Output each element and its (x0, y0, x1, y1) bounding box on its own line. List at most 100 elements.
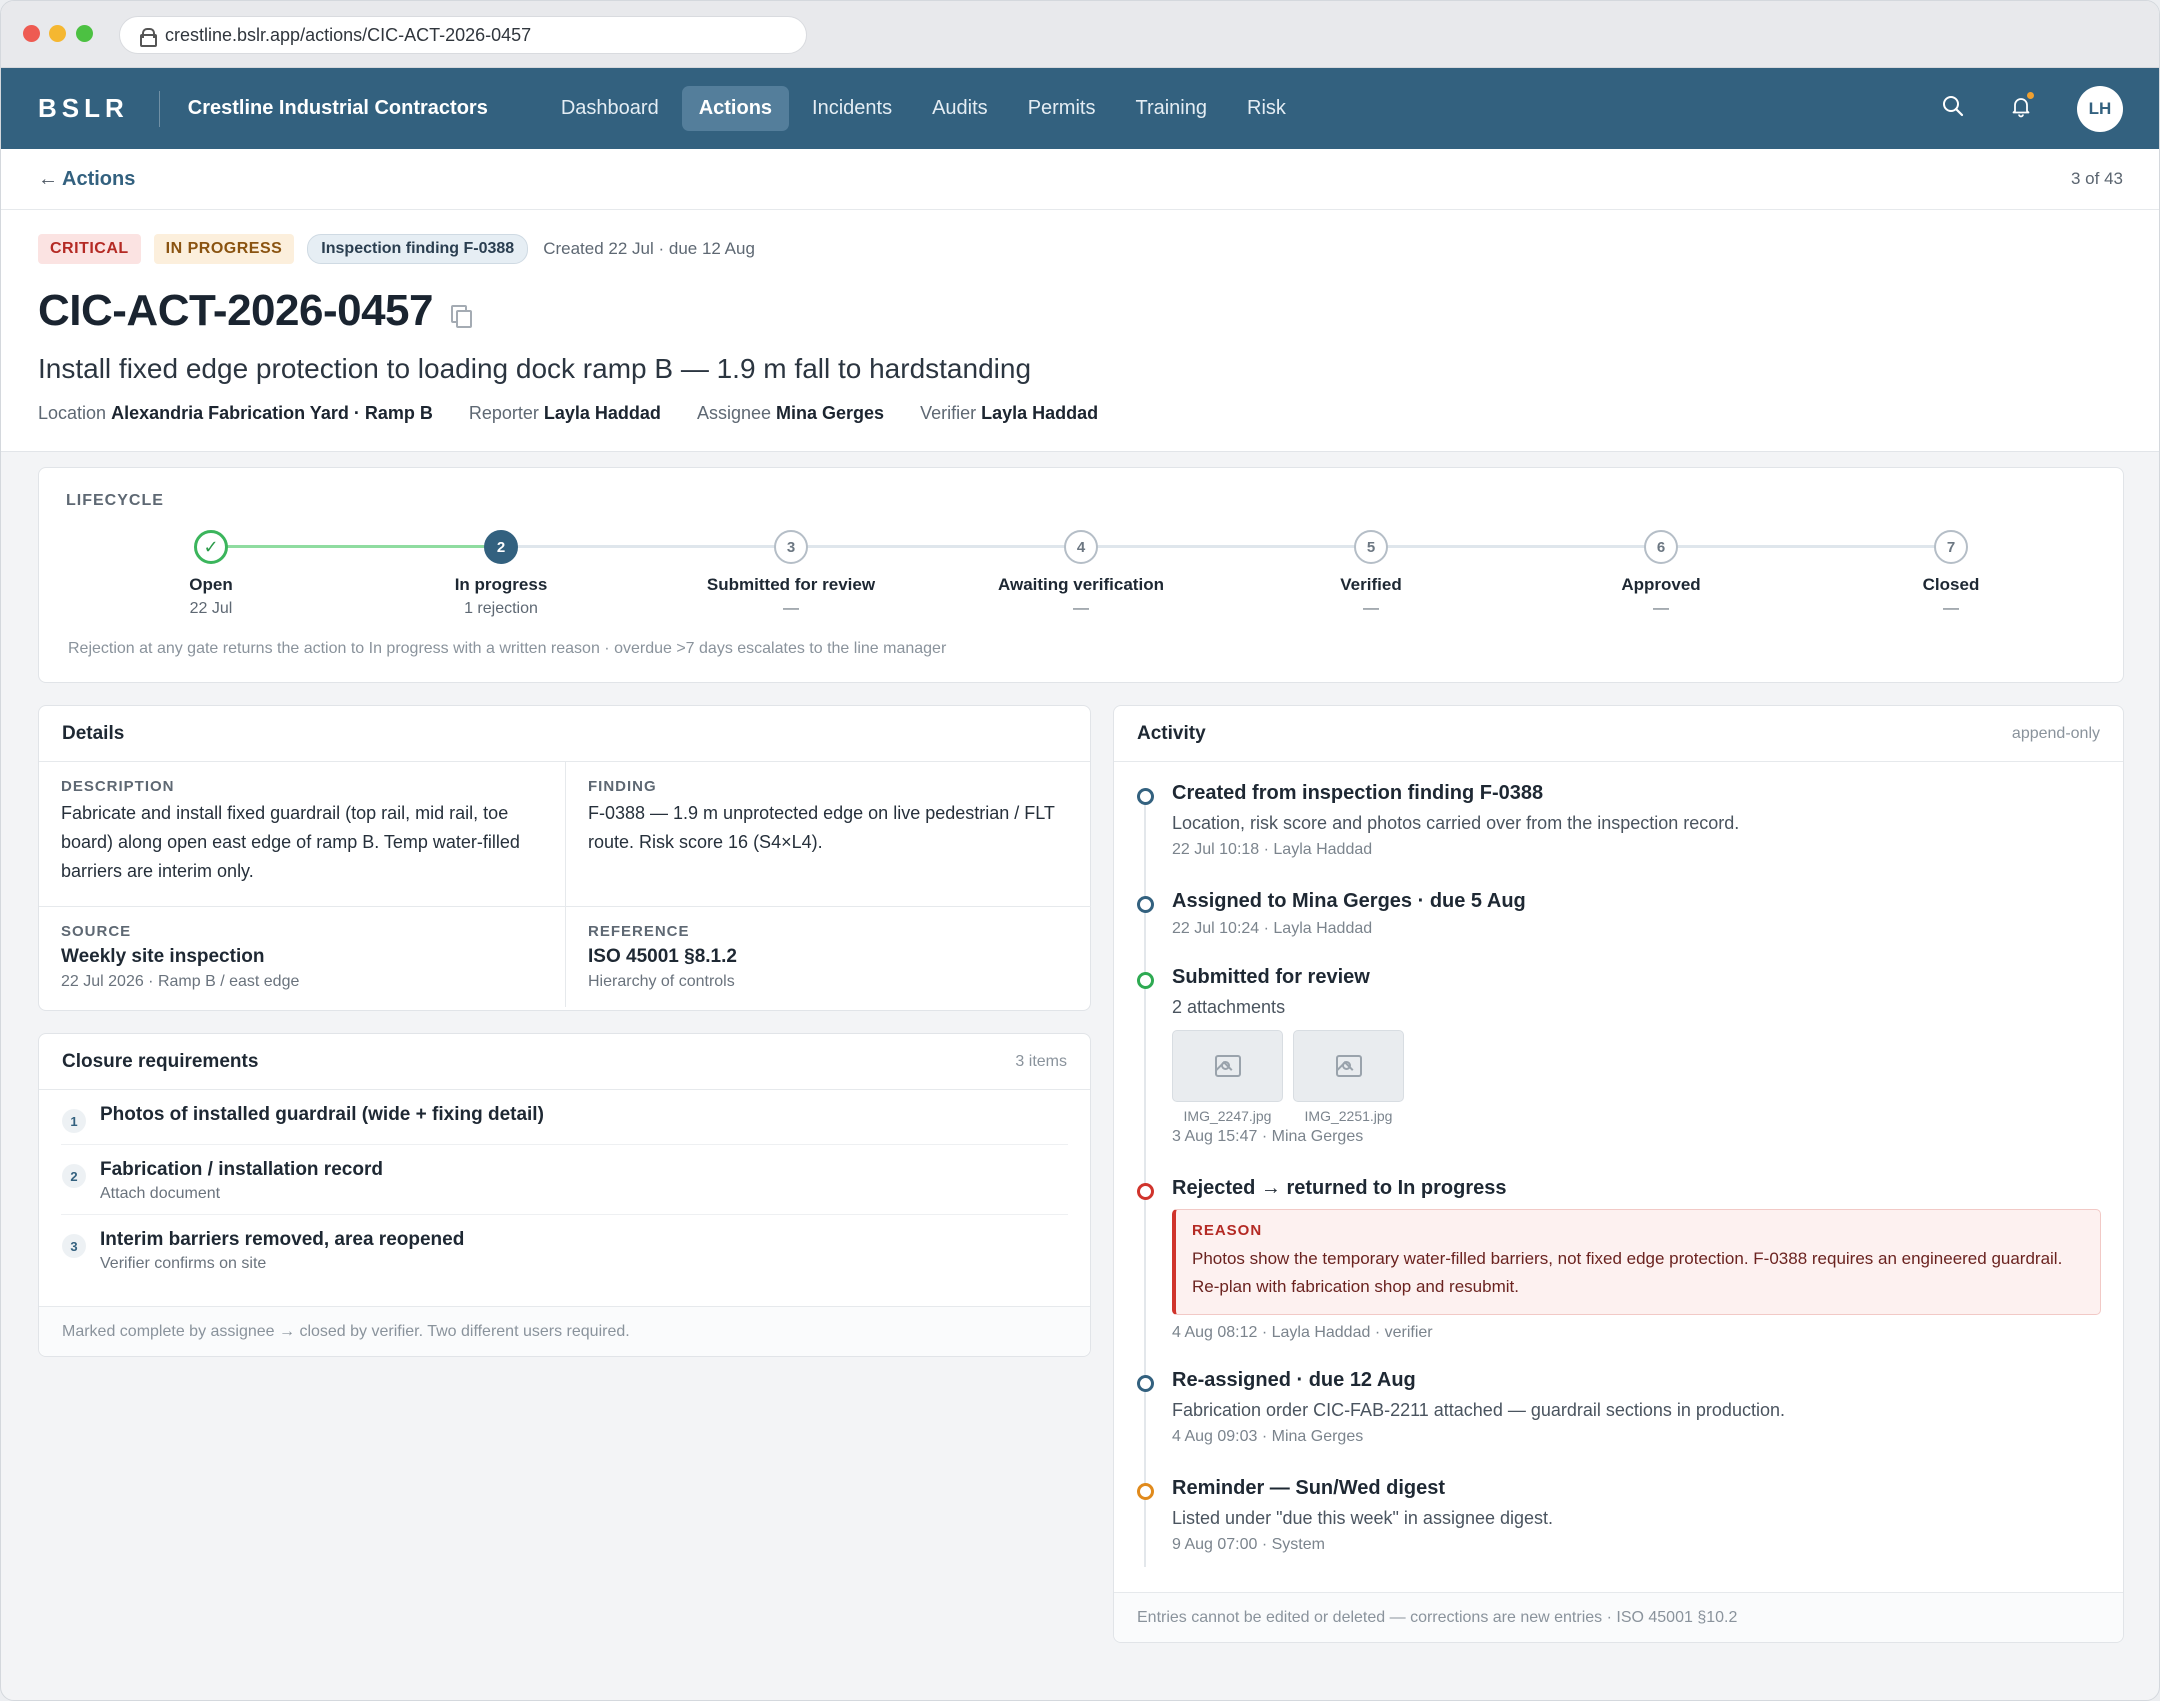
created-due-text: Created 22 Jul · due 12 Aug (543, 239, 755, 258)
status-badge: IN PROGRESS (153, 234, 295, 264)
step-awaiting-verification: 4 Awaiting verification — (961, 530, 1201, 618)
step-in-progress: 2 In progress 1 rejection (381, 530, 621, 618)
image-icon (1335, 1055, 1362, 1077)
image-icon (1214, 1055, 1241, 1077)
brand-logo[interactable]: BSLR (38, 93, 129, 124)
requirement-item[interactable]: 1 Photos of installed guardrail (wide + … (39, 1090, 1090, 1144)
meta-verifier: Verifier Layla Haddad (920, 403, 1099, 423)
finding-cell: FINDING F-0388 — 1.9 m unprotected edge … (565, 762, 1091, 907)
search-icon[interactable] (1941, 94, 1965, 123)
source-sub: 22 Jul 2026 · Ramp B / east edge (61, 973, 300, 990)
timeline-dot (1137, 1483, 1154, 1500)
minimize-window-button[interactable] (49, 25, 66, 42)
source-value: Weekly site inspection (61, 946, 265, 967)
step-approved: 6 Approved — (1541, 530, 1781, 618)
lifecycle-note: Rejection at any gate returns the action… (68, 640, 947, 657)
status-badges: CRITICAL IN PROGRESS Inspection finding … (38, 234, 2122, 264)
nav-divider (158, 90, 160, 127)
meta-assignee: Assignee Mina Gerges (696, 403, 885, 423)
step-open: ✓ Open 22 Jul (91, 530, 331, 618)
closure-requirements-card: Closure requirements 3 items 1 Photos of… (38, 1033, 1091, 1357)
meta-location: Location Alexandria Fabrication Yard · R… (38, 403, 433, 423)
attach-document-link[interactable]: Attach document (100, 1185, 383, 1203)
closure-footer: Marked complete by assignee → closed by … (39, 1306, 1090, 1356)
step-number: 2 (484, 530, 518, 564)
activity-card: Activity append-only Created from inspec… (1113, 705, 2124, 1643)
copy-icon[interactable] (451, 305, 472, 328)
activity-title: Activity (1137, 722, 1206, 744)
closure-title: Closure requirements (62, 1050, 259, 1072)
requirement-number: 3 (62, 1234, 86, 1258)
attachments: IMG_2247.jpg IMG_2251.jpg (1172, 1030, 2101, 1124)
timeline-dot (1137, 1375, 1154, 1392)
lifecycle-card: LIFECYCLE ✓ Open 22 Jul 2 In progress 1 … (38, 467, 2124, 683)
action-meta: Location Alexandria Fabrication Yard · R… (38, 403, 2122, 424)
user-avatar[interactable]: LH (2077, 85, 2123, 132)
attachment-thumbnail[interactable]: IMG_2251.jpg (1293, 1030, 1404, 1124)
lifecycle-stepper: ✓ Open 22 Jul 2 In progress 1 rejection … (39, 530, 2123, 630)
step-number: 6 (1644, 530, 1678, 564)
step-number: 4 (1064, 530, 1098, 564)
requirement-number: 2 (62, 1164, 86, 1188)
nav-link-actions[interactable]: Actions (681, 86, 790, 131)
step-number: 5 (1354, 530, 1388, 564)
step-check-icon: ✓ (194, 530, 228, 564)
rejection-reason: REASON Photos show the temporary water-f… (1172, 1209, 2101, 1315)
requirement-item[interactable]: 2 Fabrication / installation record Atta… (61, 1144, 1068, 1214)
details-card: Details DESCRIPTION Fabricate and instal… (38, 705, 1091, 1011)
severity-badge: CRITICAL (38, 234, 141, 264)
notifications-bell-icon[interactable] (2009, 92, 2034, 123)
step-closed: 7 Closed — (1831, 530, 2071, 618)
nav-link-dashboard[interactable]: Dashboard (544, 86, 676, 131)
closure-count: 3 items (1015, 1052, 1067, 1070)
nav-utilities: LH (1941, 68, 2123, 149)
finding-link-chip[interactable]: Inspection finding F-0388 (307, 234, 529, 264)
source-cell: SOURCE Weekly site inspection 22 Jul 202… (39, 907, 565, 1007)
nav-link-risk[interactable]: Risk (1230, 86, 1303, 131)
notification-dot (2027, 92, 2034, 99)
attachment-thumbnail[interactable]: IMG_2247.jpg (1172, 1030, 1283, 1124)
nav-link-audits[interactable]: Audits (915, 86, 1005, 131)
address-bar[interactable]: crestline.bslr.app/actions/CIC-ACT-2026-… (119, 16, 807, 54)
nav-link-permits[interactable]: Permits (1011, 86, 1113, 131)
breadcrumb-row: ← Actions 3 of 43 (1, 149, 2159, 210)
organization-name: Crestline Industrial Contractors (187, 97, 488, 119)
nav-link-training[interactable]: Training (1118, 86, 1224, 131)
nav-link-incidents[interactable]: Incidents (795, 86, 909, 131)
details-title: Details (62, 722, 125, 744)
record-pager: 3 of 43 (2071, 169, 2123, 188)
top-navigation: BSLR Crestline Industrial Contractors Da… (1, 68, 2159, 149)
reference-cell: REFERENCE ISO 45001 §8.1.2 Hierarchy of … (565, 907, 1091, 1007)
step-number: 7 (1934, 530, 1968, 564)
requirement-item[interactable]: 3 Interim barriers removed, area reopene… (61, 1214, 1068, 1284)
timeline-dot (1137, 896, 1154, 913)
description-text: Fabricate and install fixed guardrail (t… (61, 803, 520, 881)
finding-text: F-0388 — 1.9 m unprotected edge on live … (588, 803, 1055, 852)
nav-links: Dashboard Actions Incidents Audits Permi… (544, 86, 1303, 131)
back-link-label: Actions (62, 167, 136, 190)
action-title: Install fixed edge protection to loading… (38, 353, 1032, 384)
back-to-actions-link[interactable]: ← Actions (38, 168, 135, 191)
action-id: CIC-ACT-2026-0457 (38, 286, 434, 335)
lock-icon (140, 27, 157, 47)
step-number: 3 (774, 530, 808, 564)
reference-value: ISO 45001 §8.1.2 (588, 946, 737, 967)
reference-sub: Hierarchy of controls (588, 973, 735, 990)
url-text: crestline.bslr.app/actions/CIC-ACT-2026-… (165, 24, 532, 45)
browser-window: crestline.bslr.app/actions/CIC-ACT-2026-… (0, 0, 2160, 1701)
timeline-dot (1137, 972, 1154, 989)
action-header: ← Actions 3 of 43 CRITICAL IN PROGRESS In… (1, 149, 2159, 452)
meta-reporter: Reporter Layla Haddad (468, 403, 661, 423)
maximize-window-button[interactable] (76, 25, 93, 42)
requirement-number: 1 (62, 1109, 86, 1133)
timeline-dot (1137, 1183, 1154, 1200)
timeline-dot (1137, 788, 1154, 805)
back-arrow-icon: ← (38, 167, 58, 190)
activity-footer: Entries cannot be edited or deleted — co… (1114, 1592, 2123, 1642)
close-window-button[interactable] (23, 25, 40, 42)
activity-mode: append-only (2011, 724, 2100, 742)
lifecycle-label: LIFECYCLE (66, 492, 164, 509)
step-submitted-for-review: 3 Submitted for review — (671, 530, 911, 618)
step-verified: 5 Verified — (1251, 530, 1491, 618)
description-cell: DESCRIPTION Fabricate and install fixed … (39, 762, 565, 907)
